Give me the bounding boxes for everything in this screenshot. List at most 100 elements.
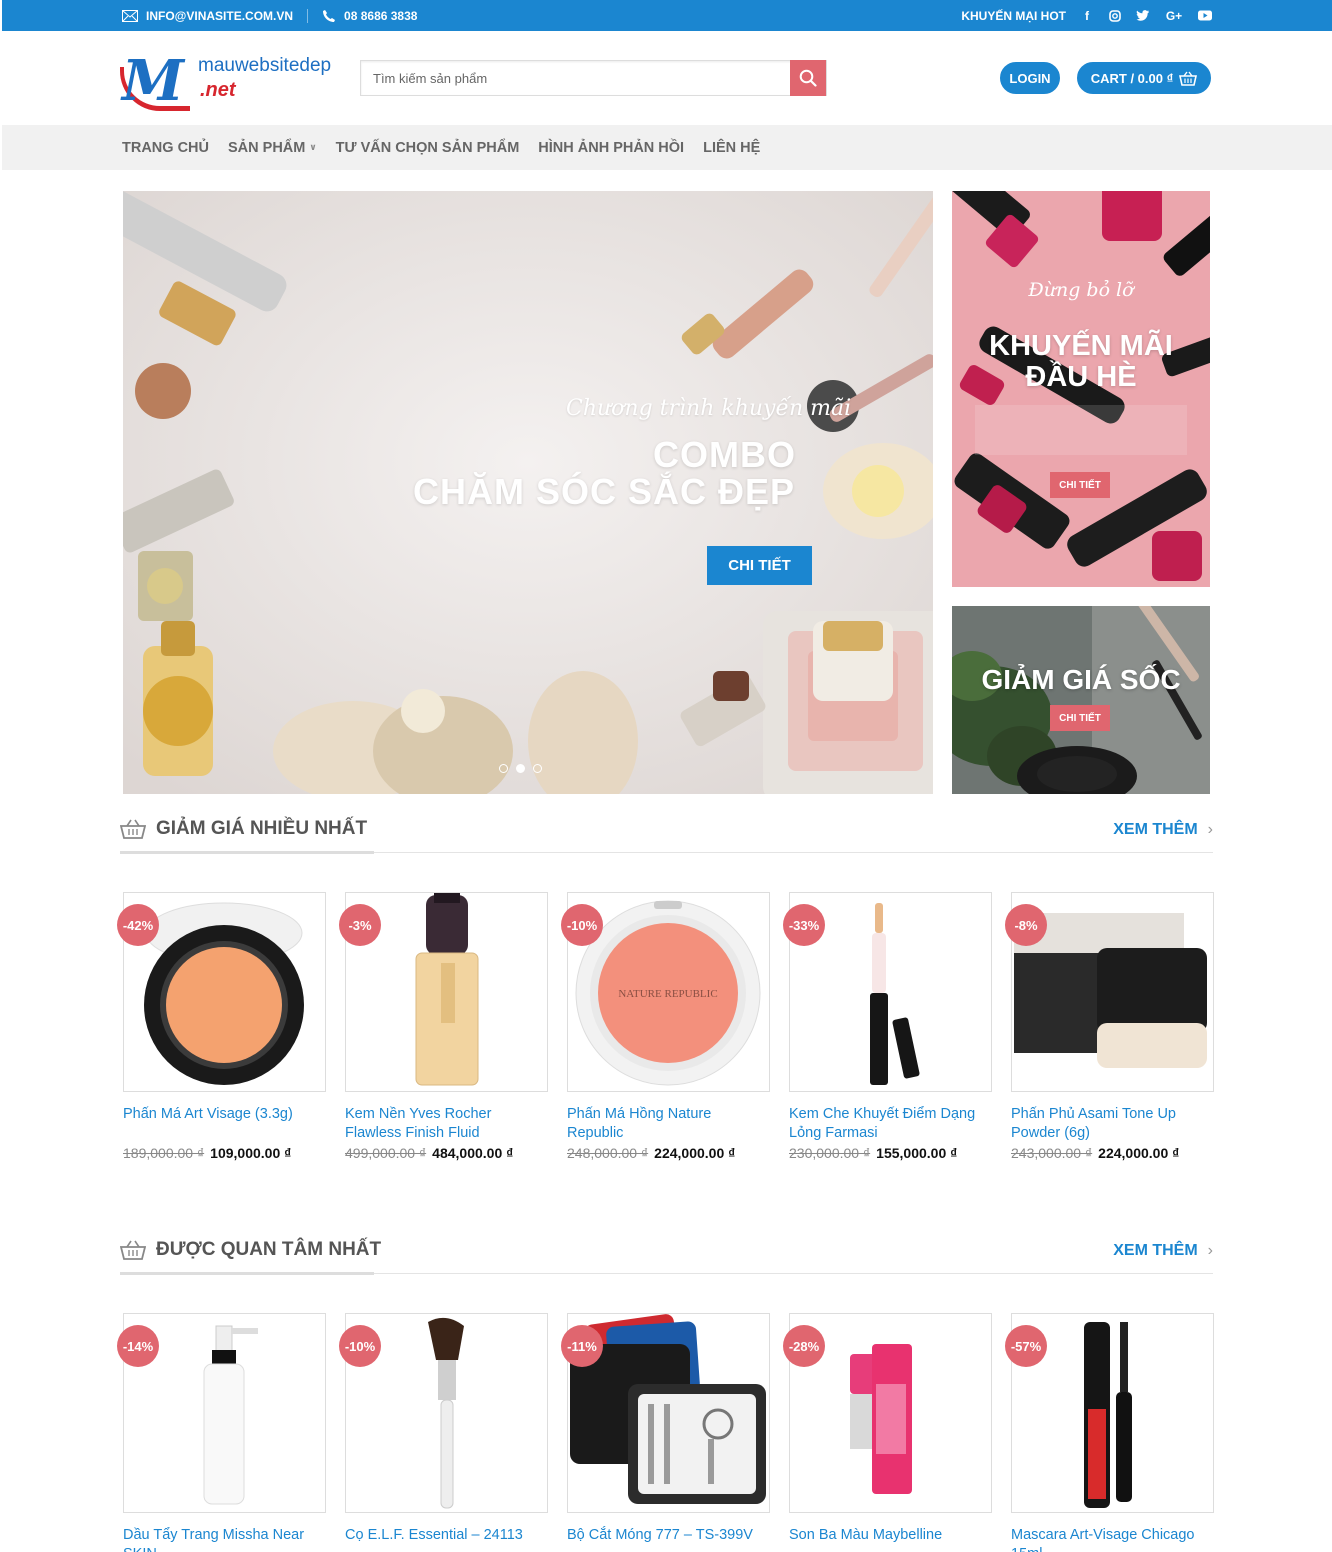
hero-title-line1: COMBO xyxy=(653,434,796,475)
hero-slider[interactable]: Chương trình khuyến mãi COMBO CHĂM SÓC S… xyxy=(123,191,933,794)
sale-price: 155,000.00 ₫ xyxy=(876,1145,958,1161)
product-name[interactable]: Kem Nền Yves Rocher Flawless Finish Flui… xyxy=(345,1105,548,1143)
promo-banner-summer[interactable]: Đừng bỏ lỡ KHUYẾN MÃI ĐẦU HÈ CHI TIẾT xyxy=(952,191,1210,587)
product-price: 248,000.00 ₫ 224,000.00 ₫ xyxy=(567,1145,770,1161)
chevron-right-icon: › xyxy=(1207,821,1213,838)
discount-badge: -57% xyxy=(1005,1325,1047,1367)
product-name[interactable]: Cọ E.L.F. Essential – 24113 xyxy=(345,1526,548,1552)
sale-price: 109,000.00 ₫ xyxy=(210,1145,292,1161)
discount-badge: -10% xyxy=(339,1325,381,1367)
phone-link[interactable]: 08 8686 3838 xyxy=(344,9,417,23)
product-name[interactable]: Dầu Tẩy Trang Missha Near SKIN xyxy=(123,1526,326,1552)
site-logo[interactable]: M mauwebsitedep .net xyxy=(120,49,340,111)
promo-link[interactable]: KHUYẾN MẠI HOT xyxy=(961,9,1066,23)
banner-title-line2: ĐẦU HÈ xyxy=(1025,361,1137,393)
sale-price: 484,000.00 ₫ xyxy=(432,1145,514,1161)
product-price: 230,000.00 ₫ 155,000.00 ₫ xyxy=(789,1145,992,1161)
nav-label: TƯ VẤN CHỌN SẢN PHẨM xyxy=(335,139,520,156)
product-name[interactable]: Kem Che Khuyết Điểm Dạng Lỏng Farmasi xyxy=(789,1105,992,1143)
nav-item-feedback[interactable]: HÌNH ẢNH PHẢN HỒI xyxy=(538,140,684,156)
banner-detail-button[interactable]: CHI TIẾT xyxy=(1050,472,1110,498)
discount-badge: -10% xyxy=(561,904,603,946)
product-price: 499,000.00 ₫ 484,000.00 ₫ xyxy=(345,1145,548,1161)
product-card[interactable]: -14% Dầu Tẩy Trang Missha Near SKIN xyxy=(117,1313,326,1552)
sale-price: 224,000.00 ₫ xyxy=(1098,1145,1180,1161)
nav-item-contact[interactable]: LIÊN HỆ xyxy=(703,140,760,156)
slider-dot[interactable] xyxy=(499,764,508,773)
facebook-icon[interactable]: f xyxy=(1080,9,1094,23)
nav-item-products[interactable]: SẢN PHẨM ∨ xyxy=(228,140,317,156)
banner-overlay xyxy=(975,405,1187,455)
nav-label: TRANG CHỦ xyxy=(122,139,209,156)
old-price: 499,000.00 ₫ xyxy=(345,1145,427,1161)
section-underline xyxy=(120,851,374,854)
product-name[interactable]: Mascara Art-Visage Chicago 15ml xyxy=(1011,1526,1214,1552)
sale-price: 224,000.00 ₫ xyxy=(654,1145,736,1161)
login-button[interactable]: LOGIN xyxy=(1000,62,1060,94)
cart-label: CART / 0.00 ₫ xyxy=(1090,70,1174,86)
basket-icon xyxy=(120,1240,146,1260)
product-name[interactable]: Bộ Cắt Móng 777 – TS-399V xyxy=(567,1526,770,1552)
product-name[interactable]: Phấn Phủ Asami Tone Up Powder (6g) xyxy=(1011,1105,1214,1143)
product-price: 189,000.00 ₫ 109,000.00 ₫ xyxy=(123,1145,326,1161)
view-more-link[interactable]: XEM THÊM › xyxy=(1113,1242,1213,1260)
hero-detail-button[interactable]: CHI TIẾT xyxy=(707,546,812,585)
banner-title: KHUYẾN MÃI ĐẦU HÈ xyxy=(952,331,1210,393)
google-plus-icon[interactable]: G+ xyxy=(1164,9,1184,23)
instagram-icon[interactable] xyxy=(1108,9,1122,22)
product-card[interactable]: -33% Kem Che Khuyết Điểm Dạng Lỏng Farma… xyxy=(783,892,992,1161)
twitter-icon[interactable] xyxy=(1136,10,1150,21)
section-header-top-discounts: GIẢM GIÁ NHIỀU NHẤT XEM THÊM › xyxy=(120,815,1213,854)
banner-script-text: Đừng bỏ lỡ xyxy=(1028,279,1134,301)
discount-badge: -14% xyxy=(117,1325,159,1367)
cart-button[interactable]: CART / 0.00 ₫ xyxy=(1077,62,1211,94)
logo-tld: .net xyxy=(200,79,236,101)
product-card[interactable]: -28% Son Ba Màu Maybelline xyxy=(783,1313,992,1552)
email-link[interactable]: INFO@VINASITE.COM.VN xyxy=(146,9,293,23)
search-box xyxy=(360,60,827,96)
section-underline xyxy=(120,1272,374,1275)
product-card[interactable]: -11% Bộ Cắt Móng 777 – TS-399V xyxy=(561,1313,770,1552)
product-card[interactable]: -8% Phấn Phủ Asami Tone Up Powder (6g) 2… xyxy=(1005,892,1214,1161)
discount-badge: -8% xyxy=(1005,904,1047,946)
section-title: GIẢM GIÁ NHIỀU NHẤT xyxy=(156,818,368,839)
youtube-icon[interactable] xyxy=(1198,10,1212,21)
old-price: 230,000.00 ₫ xyxy=(789,1145,871,1161)
nav-label: SẢN PHẨM xyxy=(228,139,306,156)
discount-badge: -28% xyxy=(783,1325,825,1367)
slider-dot[interactable] xyxy=(533,764,542,773)
basket-icon xyxy=(120,819,146,839)
divider xyxy=(307,8,309,23)
old-price: 189,000.00 ₫ xyxy=(123,1145,205,1161)
product-card[interactable]: -3% Kem Nền Yves Rocher Flawless Finish … xyxy=(339,892,548,1161)
product-name[interactable]: Phấn Má Hồng Nature Republic xyxy=(567,1105,770,1143)
banner-title: GIẢM GIÁ SỐC xyxy=(981,664,1181,695)
promo-banner-shock-sale[interactable]: GIẢM GIÁ SỐC CHI TIẾT xyxy=(952,606,1210,794)
phone-icon xyxy=(323,9,336,22)
basket-icon xyxy=(1179,71,1198,86)
view-more-label: XEM THÊM xyxy=(1113,1242,1198,1259)
product-card[interactable]: -10% NATURE REPUBLIC Phấn Má Hồng Nature… xyxy=(561,892,770,1161)
product-name[interactable]: Son Ba Màu Maybelline xyxy=(789,1526,992,1552)
old-price: 248,000.00 ₫ xyxy=(567,1145,649,1161)
product-grid-most-viewed: -14% Dầu Tẩy Trang Missha Near SKIN -10%… xyxy=(117,1313,1214,1552)
view-more-label: XEM THÊM xyxy=(1113,821,1198,838)
search-input[interactable] xyxy=(361,61,791,95)
banner-title-line1: KHUYẾN MÃI xyxy=(989,330,1173,362)
hero-kicker: Chương trình khuyến mãi xyxy=(566,396,852,421)
product-card[interactable]: -42% Phấn Má Art Visage (3.3g) 189,000.0… xyxy=(117,892,326,1161)
logo-name: mauwebsitedep xyxy=(198,55,332,76)
banner-image xyxy=(952,606,1210,794)
product-card[interactable]: -10% Cọ E.L.F. Essential – 24113 xyxy=(339,1313,548,1552)
slider-dot-active[interactable] xyxy=(516,764,525,773)
nav-label: LIÊN HỆ xyxy=(703,139,761,156)
discount-badge: -11% xyxy=(561,1325,603,1367)
nav-item-advice[interactable]: TƯ VẤN CHỌN SẢN PHẨM xyxy=(336,140,520,156)
product-name[interactable]: Phấn Má Art Visage (3.3g) xyxy=(123,1105,326,1143)
nav-item-home[interactable]: TRANG CHỦ xyxy=(122,140,209,156)
banner-detail-button[interactable]: CHI TIẾT xyxy=(1050,705,1110,731)
product-card[interactable]: -57% Mascara Art-Visage Chicago 15ml xyxy=(1005,1313,1214,1552)
hero-title-line2: CHĂM SÓC SẮC ĐẸP xyxy=(413,471,796,512)
view-more-link[interactable]: XEM THÊM › xyxy=(1113,821,1213,839)
search-button[interactable] xyxy=(790,60,826,96)
